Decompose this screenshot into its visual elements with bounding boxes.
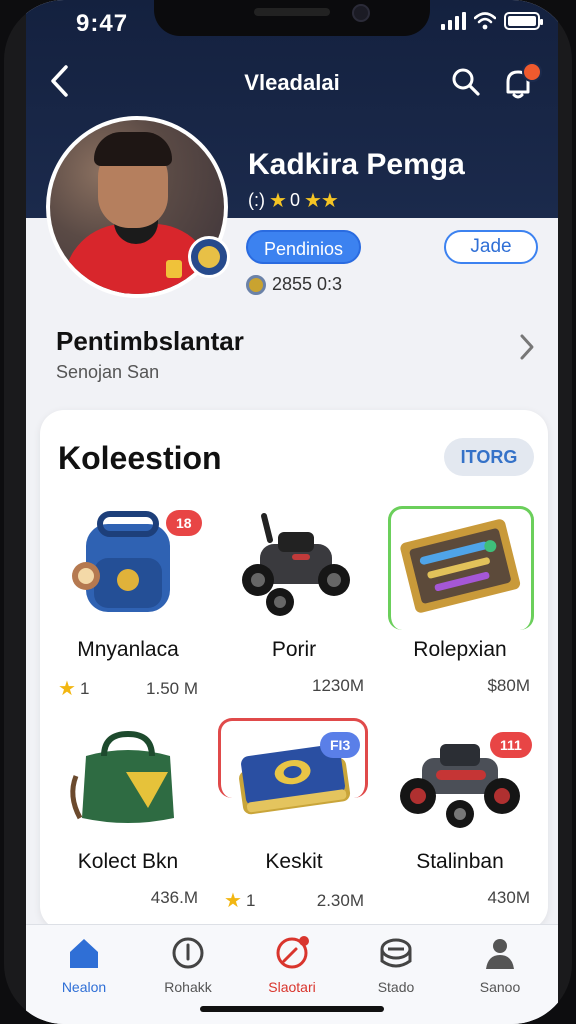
bell-icon[interactable] xyxy=(500,62,542,100)
collection-title: Koleestion xyxy=(58,440,222,476)
item-meta: 430M xyxy=(378,888,542,908)
item-price: 1230M xyxy=(312,676,364,695)
rating-prefix: (:) xyxy=(248,190,265,210)
tab-label: Nealon xyxy=(61,979,107,995)
collection-item[interactable]: FI3 Keskit ★ 1 2.30M xyxy=(212,718,376,922)
tab-label: Slaotari xyxy=(268,979,316,995)
weapon-case-icon xyxy=(400,519,521,613)
tab-label: Sanoo xyxy=(479,979,521,995)
player-rating: (:) ★ 0 ★★ xyxy=(248,188,339,213)
coins-value: 2855 0:3 xyxy=(272,274,343,294)
player-name: Kadkira Pemga xyxy=(248,148,465,181)
star-icon: ★★ xyxy=(303,190,339,212)
collection-item[interactable]: Rolepxian $80M xyxy=(378,506,542,710)
signal-icon xyxy=(441,12,466,30)
star-icon: ★ xyxy=(224,890,242,912)
item-name: Porir xyxy=(271,638,317,661)
coins-balance: 2855 0:3 xyxy=(246,274,342,295)
item-star-count: 1 xyxy=(245,890,256,910)
coin-icon xyxy=(246,274,266,295)
collection-card: Koleestion ITORG 18 Mnyanlaca ★1 1.50 M xyxy=(40,410,548,930)
collection-item[interactable]: Porir 1230M xyxy=(212,510,376,710)
item-price: 430M xyxy=(487,888,530,907)
item-meta: ★ 1 2.30M xyxy=(212,888,376,913)
tab-label: Stado xyxy=(377,979,415,995)
home-icon xyxy=(66,935,102,971)
racing-kart-icon xyxy=(242,513,350,616)
battery-icon xyxy=(504,12,543,30)
item-meta: 1230M xyxy=(212,676,376,696)
tab-stadium[interactable]: Stado xyxy=(346,935,446,1005)
star-icon: ★ xyxy=(269,190,287,212)
target-icon xyxy=(274,935,310,971)
item-price: 1.50 M xyxy=(146,678,198,698)
notification-dot xyxy=(522,62,542,82)
item-star-count: 1 xyxy=(79,678,90,698)
subsection-title: Pentimbslantar xyxy=(56,326,244,356)
item-meta: ★ 1 1.50 M xyxy=(46,676,210,701)
collection-item[interactable]: 111 Stalinban 430M xyxy=(378,722,542,922)
subsection-row[interactable]: Pentimbslantar Senojan San xyxy=(26,310,558,398)
status-icons xyxy=(441,12,543,30)
tab-profile[interactable]: Sanoo xyxy=(450,935,550,1005)
item-badge: 18 xyxy=(166,510,202,536)
item-name: Keskit xyxy=(265,850,323,873)
item-price: 436.M xyxy=(150,888,198,907)
item-price: 2.30M xyxy=(316,890,364,910)
compass-icon xyxy=(170,935,206,971)
profile-icon xyxy=(482,935,518,971)
duffel-bag-icon xyxy=(70,730,174,823)
stadium-icon xyxy=(378,935,414,971)
rarity-tag[interactable]: Jade xyxy=(444,230,538,264)
rating-value: 0 xyxy=(289,190,300,210)
phone-frame: 9:47 Vleadalai Kadkira Pemga (:) ★ 0 ★★ … xyxy=(4,0,572,1024)
item-name: Kolect Bkn xyxy=(77,850,179,873)
top-nav: Vleadalai xyxy=(26,60,558,104)
status-time: 9:47 xyxy=(76,10,129,37)
item-badge: FI3 xyxy=(320,732,361,758)
camera-notch xyxy=(154,0,430,36)
item-name: Mnyanlaca xyxy=(77,638,179,661)
tab-explore[interactable]: Rohakk xyxy=(138,935,238,1005)
position-tag[interactable]: Pendinios xyxy=(246,230,362,264)
chevron-right-icon xyxy=(518,332,536,370)
collection-item[interactable]: Kolect Bkn 436.M xyxy=(46,722,210,922)
item-meta: $80M xyxy=(378,676,542,696)
app-screen: 9:47 Vleadalai Kadkira Pemga (:) ★ 0 ★★ … xyxy=(26,0,558,1024)
tab-label: Rohakk xyxy=(164,979,212,995)
item-badge: 111 xyxy=(490,732,532,758)
tab-targets[interactable]: Slaotari xyxy=(242,935,342,1005)
collection-item[interactable]: 18 Mnyanlaca ★ 1 1.50 M xyxy=(46,510,210,710)
search-icon[interactable] xyxy=(450,66,482,98)
subsection-subtitle: Senojan San xyxy=(56,362,160,382)
tab-home[interactable]: Nealon xyxy=(34,935,134,1005)
item-name: Stalinban xyxy=(416,850,504,873)
item-meta: 436.M xyxy=(46,888,210,908)
wifi-icon xyxy=(474,12,496,30)
collection-more-button[interactable]: ITORG xyxy=(444,438,534,476)
home-indicator xyxy=(200,1006,384,1012)
star-icon: ★ xyxy=(58,678,76,700)
club-badge-icon xyxy=(188,236,230,278)
item-price: $80M xyxy=(487,676,530,695)
item-name: Rolepxian xyxy=(413,638,507,661)
